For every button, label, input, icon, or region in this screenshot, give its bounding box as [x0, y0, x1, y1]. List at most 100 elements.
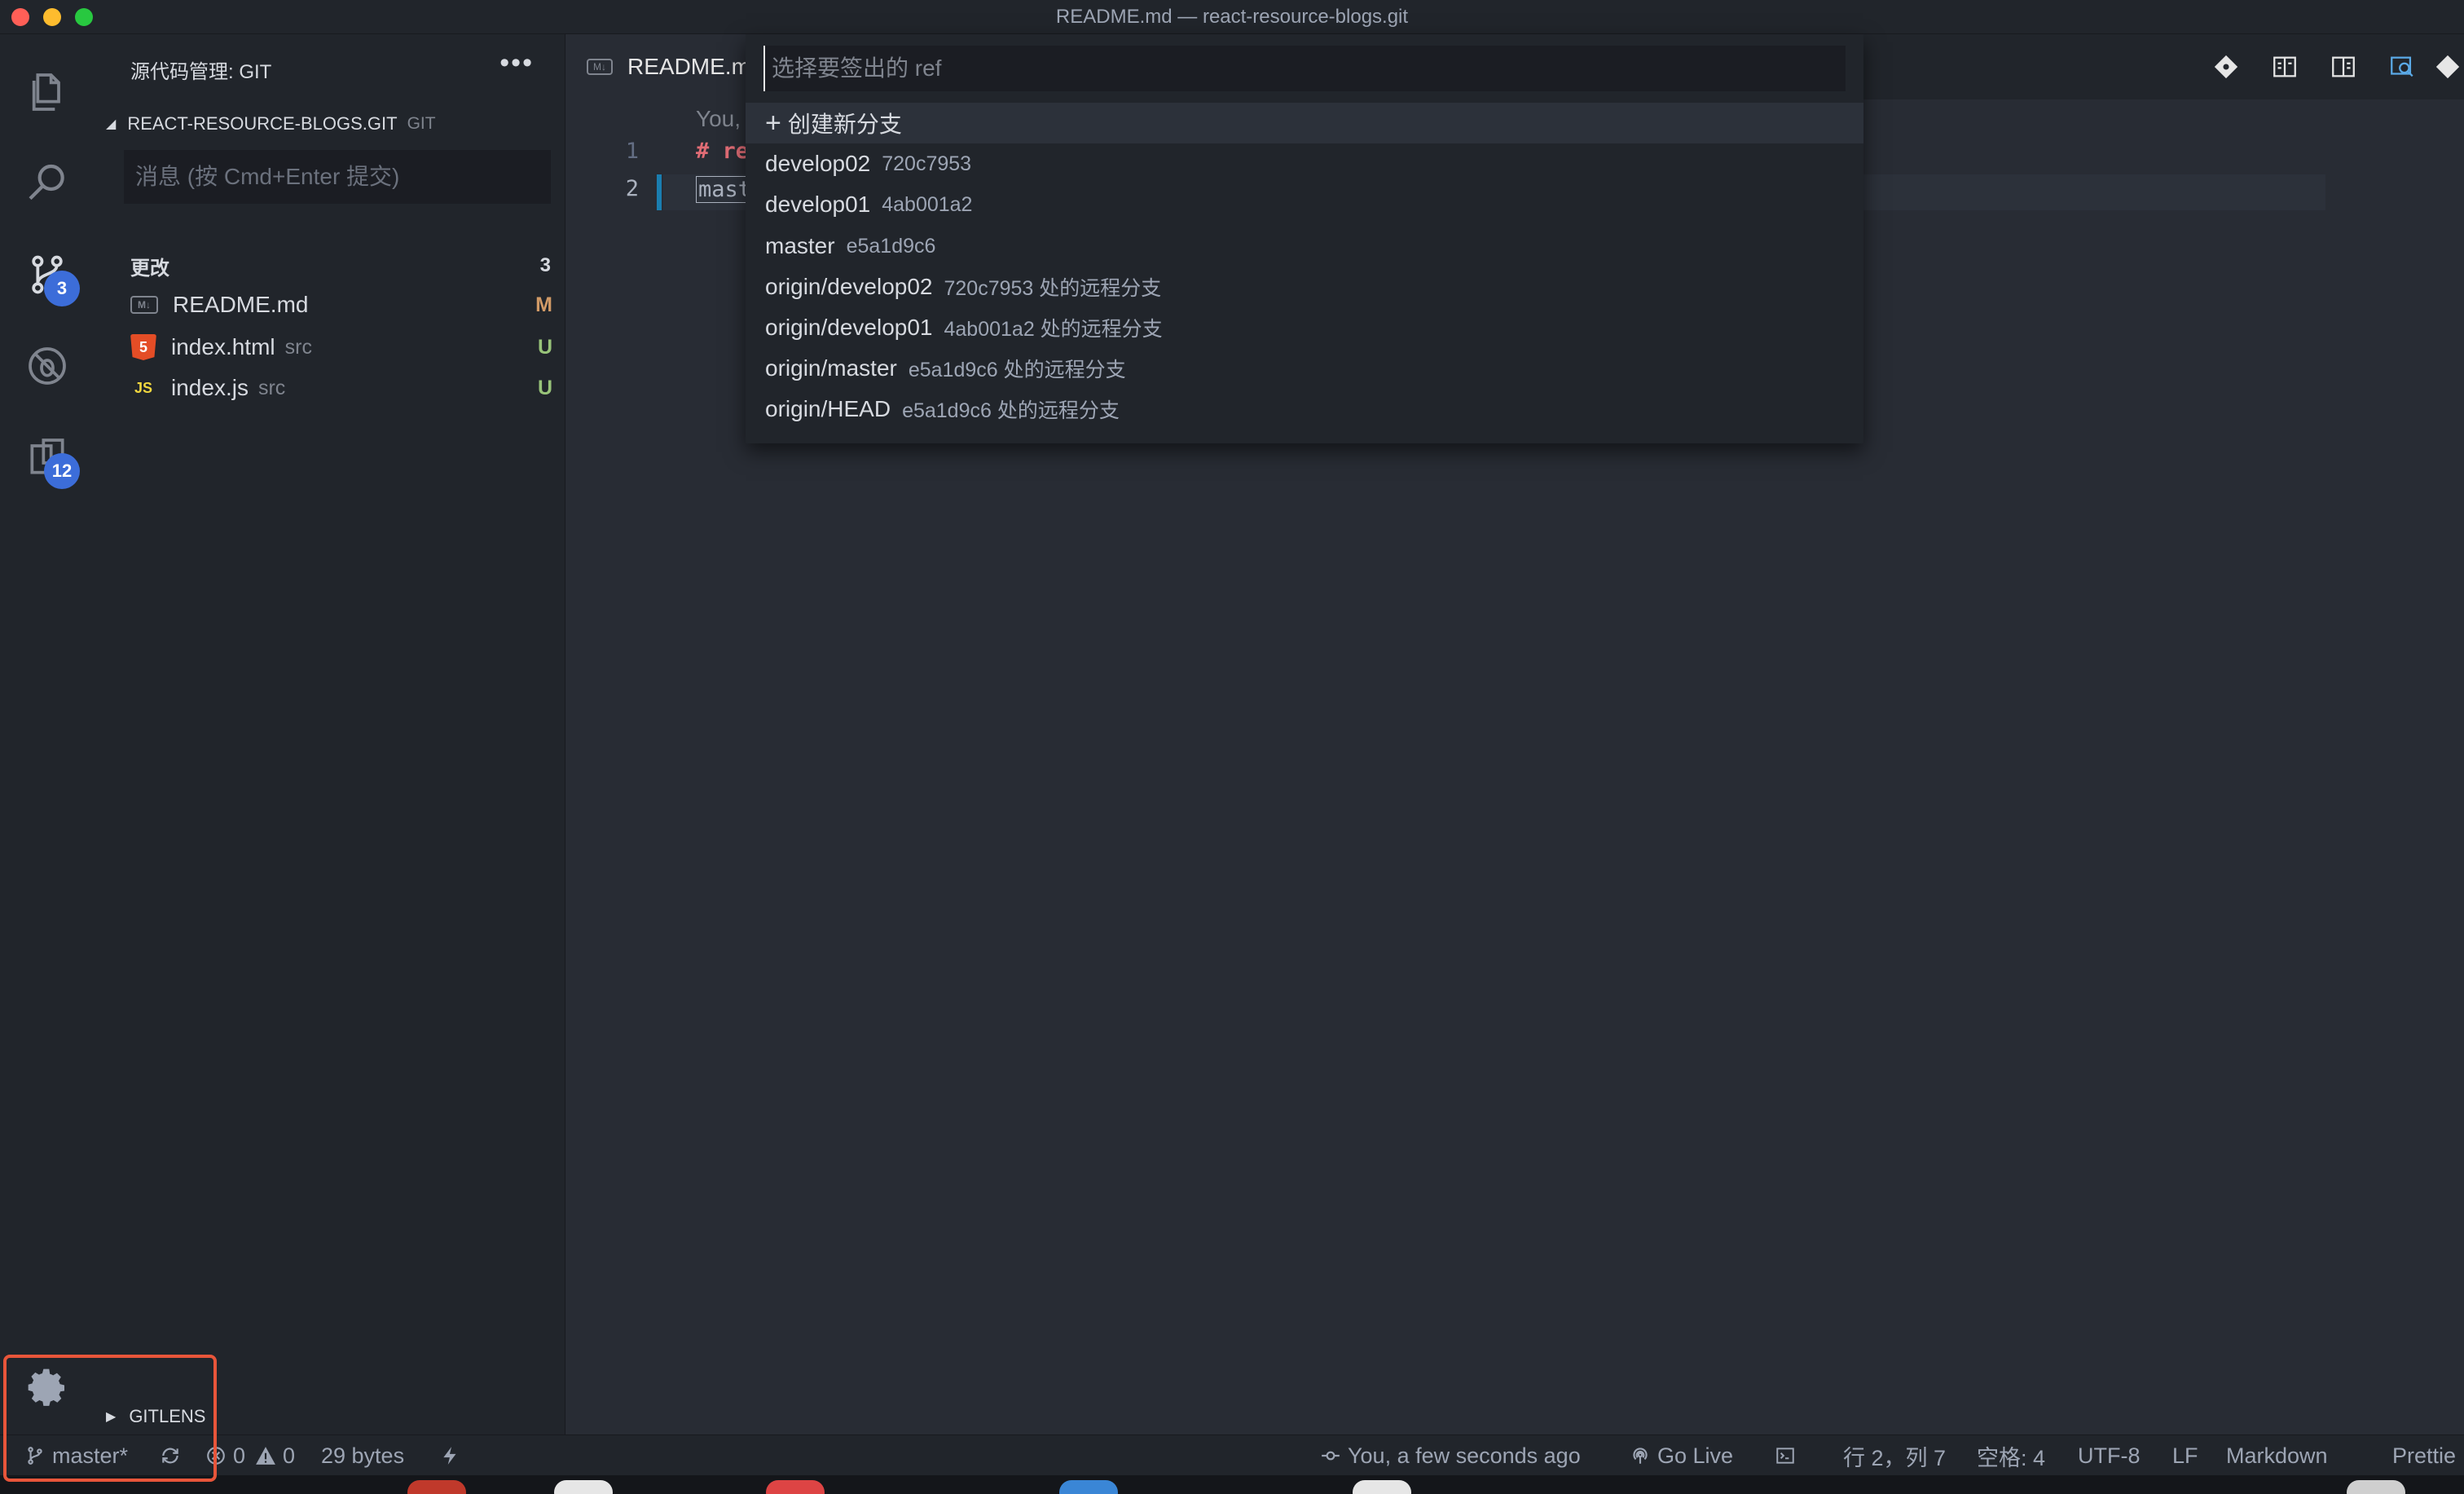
ref-name: origin/develop01: [765, 315, 933, 340]
file-directory: src: [284, 335, 312, 359]
source-control-sidebar: 源代码管理: GIT ••• ◢ REACT-RESOURCE-BLOGS.GI…: [95, 34, 565, 1435]
dock-app-icon[interactable]: [407, 1480, 466, 1494]
markdown-file-icon: M↓: [587, 59, 613, 75]
eol-status[interactable]: LF: [2172, 1435, 2198, 1476]
prettier-status[interactable]: Prettie: [2392, 1435, 2456, 1476]
ref-option[interactable]: origin/master e5a1d9c6 处的远程分支: [746, 348, 1863, 389]
warning-icon: [256, 1447, 275, 1465]
go-live-button[interactable]: Go Live: [1630, 1435, 1733, 1476]
commit-message-input[interactable]: [124, 150, 551, 204]
encoding-status[interactable]: UTF-8: [2078, 1435, 2141, 1476]
git-compare-action[interactable]: [2197, 34, 2255, 99]
terminal-status[interactable]: [1775, 1435, 1802, 1476]
more-actions-button[interactable]: •••: [499, 47, 534, 79]
terminal-icon: [1776, 1448, 1794, 1464]
split-editor-icon: [2332, 56, 2355, 77]
extensions-badge: 12: [44, 453, 80, 489]
activity-bar: 3 12: [0, 34, 95, 1435]
activity-manage[interactable]: [0, 1343, 95, 1433]
ref-description: e5a1d9c6 处的远程分支: [902, 399, 1120, 422]
dock-app-icon[interactable]: [1059, 1480, 1118, 1494]
ref-description: 4ab001a2 处的远程分支: [944, 318, 1163, 341]
quick-pick-input[interactable]: [763, 46, 1846, 91]
create-branch-option[interactable]: + 创建新分支: [746, 103, 1863, 143]
repository-name: REACT-RESOURCE-BLOGS.GIT: [127, 113, 398, 134]
git-diamond-icon: [2435, 55, 2460, 79]
changed-file-index-js[interactable]: JS index.js src U: [130, 368, 556, 408]
ref-option[interactable]: master e5a1d9c6: [746, 226, 1863, 267]
editor-actions: [2197, 34, 2464, 99]
branch-status[interactable]: master*: [24, 1435, 128, 1476]
tab-label: README.md: [627, 54, 763, 79]
option-label: 创建新分支: [787, 112, 902, 137]
sync-icon: [162, 1448, 178, 1464]
dock-app-icon[interactable]: [766, 1480, 825, 1494]
gutter-change-marker: [657, 174, 662, 210]
changes-count: 3: [539, 254, 551, 276]
lightning-icon: [443, 1447, 456, 1465]
ref-option[interactable]: origin/HEAD e5a1d9c6 处的远程分支: [746, 389, 1863, 430]
repository-provider: GIT: [407, 114, 436, 133]
activity-extensions[interactable]: 12: [0, 412, 95, 502]
activity-source-control[interactable]: 3: [0, 230, 95, 320]
code-line[interactable]: # re: [696, 139, 749, 164]
activity-debug[interactable]: [0, 321, 95, 411]
ref-name: origin/master: [765, 355, 897, 381]
collapse-triangle-icon: ◢: [106, 117, 117, 131]
window-title: README.md — react-resource-blogs.git: [1055, 5, 1409, 28]
go-live-label: Go Live: [1657, 1443, 1734, 1468]
debug-icon: [29, 347, 66, 385]
error-count: 0: [233, 1443, 246, 1468]
ref-name: origin/HEAD: [765, 396, 891, 421]
file-status-untracked: U: [537, 376, 552, 399]
changed-file-index-html[interactable]: 5 index.html src U: [130, 328, 556, 367]
repository-header[interactable]: ◢ REACT-RESOURCE-BLOGS.GIT GIT: [106, 108, 436, 140]
cursor-position-status[interactable]: 行 2，列 7: [1843, 1435, 1946, 1476]
dock-app-icon[interactable]: [2347, 1480, 2405, 1494]
sidebar-title: 源代码管理: GIT: [130, 61, 272, 83]
ref-name: master: [765, 233, 835, 258]
window-close-button[interactable]: [11, 8, 29, 26]
gitlens-section-header[interactable]: ▶ GITLENS: [106, 1400, 205, 1433]
ref-option[interactable]: origin/develop01 4ab001a2 处的远程分支: [746, 307, 1863, 348]
problems-status[interactable]: 0 0: [205, 1435, 295, 1476]
os-dock-strip: [0, 1475, 2464, 1494]
lightning-status[interactable]: [440, 1435, 468, 1476]
dock-app-icon[interactable]: [554, 1480, 613, 1494]
error-icon: [207, 1447, 225, 1465]
line-number: 2: [625, 176, 639, 201]
window-minimize-button[interactable]: [43, 8, 61, 26]
gear-icon: [28, 1368, 64, 1406]
file-size-status: 29 bytes: [321, 1443, 405, 1468]
file-name: index.js: [171, 375, 249, 400]
vscode-window: README.md — react-resource-blogs.git 3 1…: [0, 0, 2464, 1494]
open-changes-action[interactable]: [2255, 34, 2314, 99]
activity-explorer[interactable]: [0, 47, 95, 137]
line-number: 1: [625, 139, 639, 164]
ref-option[interactable]: develop01 4ab001a2: [746, 184, 1863, 225]
changes-group-header[interactable]: 更改 3: [130, 249, 554, 282]
file-status-modified: M: [535, 293, 552, 316]
ref-option[interactable]: develop02 720c7953: [746, 143, 1863, 184]
expand-triangle-icon: ▶: [106, 1410, 117, 1424]
ref-option[interactable]: origin/develop02 720c7953 处的远程分支: [746, 267, 1863, 307]
window-maximize-button[interactable]: [75, 8, 93, 26]
gitlens-label: GITLENS: [129, 1406, 206, 1426]
indentation-status[interactable]: 空格: 4: [1977, 1435, 2045, 1476]
file-directory: src: [257, 376, 286, 399]
language-mode-status[interactable]: Markdown: [2226, 1435, 2328, 1476]
codelens-blame[interactable]: You,: [696, 106, 741, 132]
sync-button[interactable]: [160, 1435, 187, 1476]
changed-file-readme[interactable]: M↓ README.md M: [130, 285, 556, 324]
warning-count: 0: [283, 1443, 296, 1468]
branch-name: master*: [52, 1443, 129, 1468]
activity-search[interactable]: [0, 139, 95, 228]
gitlens-blame-status[interactable]: You, a few seconds ago: [1320, 1435, 1581, 1476]
open-changes-icon: [2273, 56, 2296, 77]
changes-label: 更改: [130, 257, 169, 280]
dock-app-icon[interactable]: [1353, 1480, 1411, 1494]
preview-action[interactable]: [2373, 34, 2431, 99]
more-editor-action[interactable]: [2431, 34, 2464, 99]
split-editor-action[interactable]: [2314, 34, 2373, 99]
file-status-untracked: U: [537, 335, 552, 359]
